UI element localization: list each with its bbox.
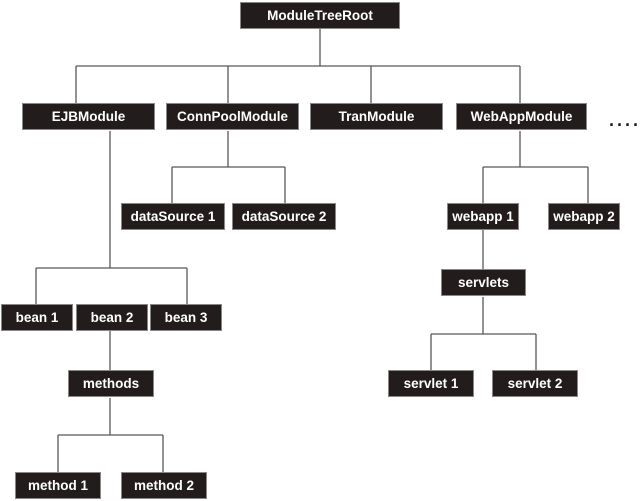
node-servlets[interactable]: servlets	[441, 269, 526, 296]
more-modules-ellipsis: ....	[609, 110, 640, 130]
node-servlet-2[interactable]: servlet 2	[492, 370, 578, 397]
node-ejb-module[interactable]: EJBModule	[22, 103, 155, 130]
node-datasource-1[interactable]: dataSource 1	[121, 203, 225, 230]
node-methods[interactable]: methods	[68, 370, 154, 397]
node-tran-module[interactable]: TranModule	[310, 103, 443, 130]
node-servlet-1[interactable]: servlet 1	[388, 370, 474, 397]
node-webapp-module[interactable]: WebAppModule	[456, 103, 587, 130]
connector-lines	[35, 29, 589, 472]
node-bean-1[interactable]: bean 1	[1, 304, 73, 331]
module-tree-diagram: ModuleTreeRoot EJBModule ConnPoolModule …	[0, 0, 640, 501]
node-bean-3[interactable]: bean 3	[150, 304, 222, 331]
node-connpool-module[interactable]: ConnPoolModule	[166, 103, 299, 130]
node-datasource-2[interactable]: dataSource 2	[232, 203, 336, 230]
node-module-tree-root[interactable]: ModuleTreeRoot	[240, 2, 400, 29]
node-method-1[interactable]: method 1	[15, 472, 101, 499]
node-webapp-2[interactable]: webapp 2	[548, 203, 620, 230]
node-bean-2[interactable]: bean 2	[76, 304, 148, 331]
node-method-2[interactable]: method 2	[121, 472, 207, 499]
node-webapp-1[interactable]: webapp 1	[447, 203, 519, 230]
